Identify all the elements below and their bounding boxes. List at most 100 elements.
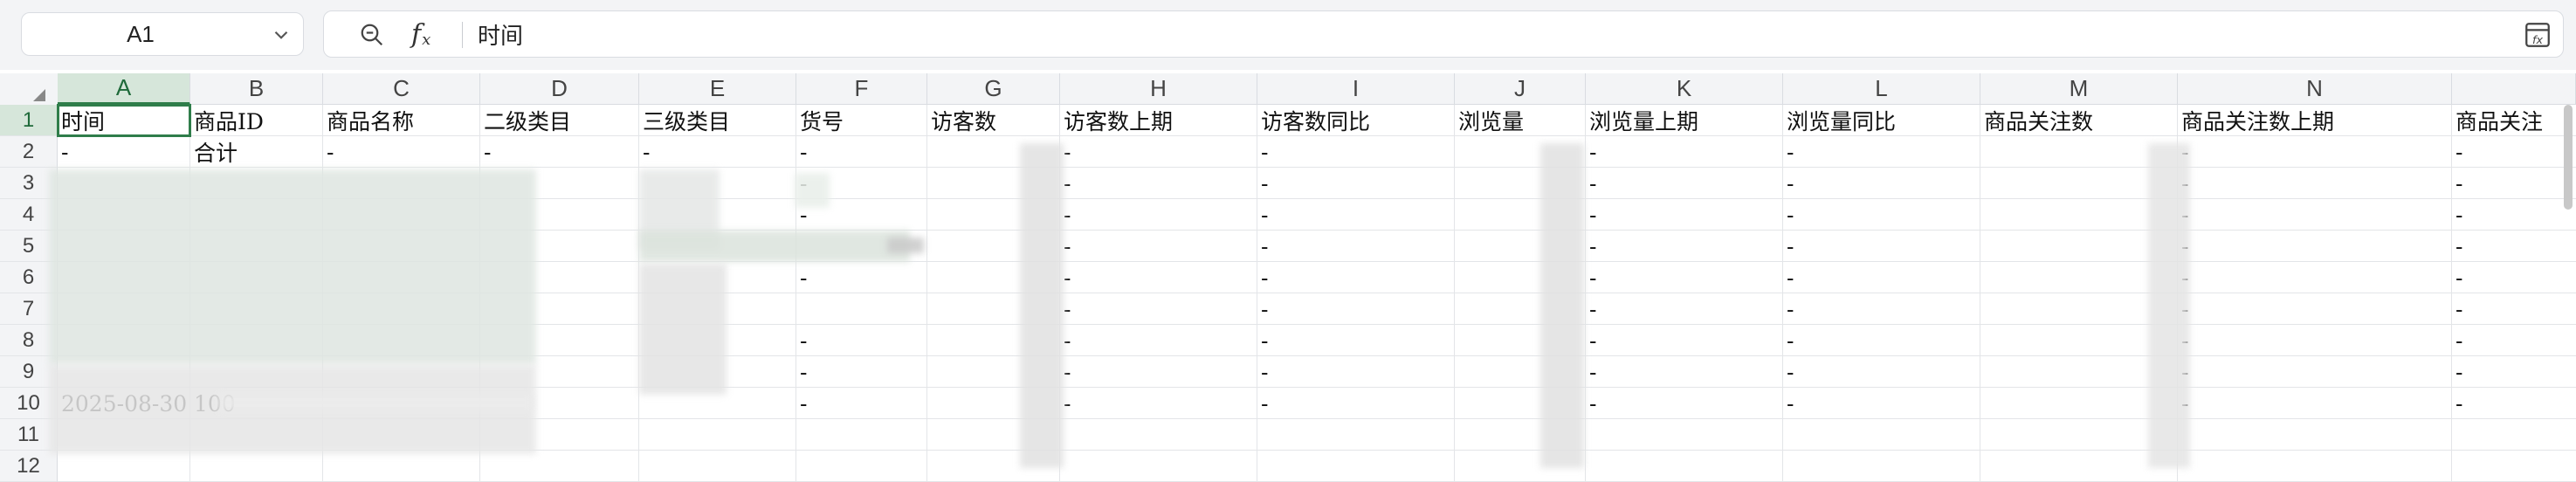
spreadsheet-grid[interactable]: A B C D E F G H I J K L M N 1 2 3 4 5 6 7 8 9 10 11 12 时间 商品ID 商品名称二…	[0, 70, 2576, 482]
column-header-h[interactable]: H	[1060, 73, 1257, 105]
cell-a2[interactable]: -	[58, 136, 190, 168]
cell-h4[interactable]: -	[1060, 199, 1257, 231]
cell-k8[interactable]: -	[1586, 325, 1783, 356]
row-header-12[interactable]: 12	[0, 451, 58, 482]
cell-l7[interactable]: -	[1783, 293, 1980, 325]
cell-b2[interactable]: 合计	[190, 136, 323, 168]
cell-n8[interactable]: -	[2178, 325, 2452, 356]
cell-h8[interactable]: -	[1060, 325, 1257, 356]
cell-n4[interactable]: -	[2178, 199, 2452, 231]
row-header-2[interactable]: 2	[0, 136, 58, 168]
cell-h2[interactable]: -	[1060, 136, 1257, 168]
column-header-g[interactable]: G	[927, 73, 1060, 105]
cell-k2[interactable]: -	[1586, 136, 1783, 168]
cell-j1[interactable]: 浏览量	[1455, 105, 1586, 136]
cell-l8[interactable]: -	[1783, 325, 1980, 356]
cell-i3[interactable]: -	[1257, 168, 1455, 199]
vertical-scrollbar[interactable]	[2564, 105, 2573, 210]
row-header-1[interactable]: 1	[0, 105, 58, 136]
cell-k5[interactable]: -	[1586, 231, 1783, 262]
cell-n7[interactable]: -	[2178, 293, 2452, 325]
column-header-c[interactable]: C	[323, 73, 480, 105]
cell-k10[interactable]: -	[1586, 388, 1783, 419]
selected-cell-a1[interactable]	[57, 104, 191, 137]
column-header-b[interactable]: B	[190, 73, 323, 105]
column-header-n[interactable]: N	[2178, 73, 2452, 105]
fx-icon[interactable]: fx	[411, 17, 430, 52]
cell-n1[interactable]: 商品关注数上期	[2178, 105, 2452, 136]
cell-h1[interactable]: 访客数上期	[1060, 105, 1257, 136]
cell-c1[interactable]: 商品名称	[323, 105, 480, 136]
cell-n6[interactable]: -	[2178, 262, 2452, 293]
cell-h9[interactable]: -	[1060, 356, 1257, 388]
cell-o2[interactable]: -	[2452, 136, 2576, 168]
cell-k6[interactable]: -	[1586, 262, 1783, 293]
cell-k4[interactable]: -	[1586, 199, 1783, 231]
cell-i8[interactable]: -	[1257, 325, 1455, 356]
cell-o4[interactable]: -	[2452, 199, 2576, 231]
column-header-e[interactable]: E	[639, 73, 796, 105]
cell-c2[interactable]: -	[323, 136, 480, 168]
cell-h5[interactable]: -	[1060, 231, 1257, 262]
cell-l2[interactable]: -	[1783, 136, 1980, 168]
cell-n2[interactable]: -	[2178, 136, 2452, 168]
cell-f9[interactable]: -	[796, 356, 927, 388]
cell-i9[interactable]: -	[1257, 356, 1455, 388]
cell-l4[interactable]: -	[1783, 199, 1980, 231]
cell-h7[interactable]: -	[1060, 293, 1257, 325]
cell-n3[interactable]: -	[2178, 168, 2452, 199]
cell-l9[interactable]: -	[1783, 356, 1980, 388]
cell-i10[interactable]: -	[1257, 388, 1455, 419]
cell-o3[interactable]: -	[2452, 168, 2576, 199]
cell-k9[interactable]: -	[1586, 356, 1783, 388]
column-header-l[interactable]: L	[1783, 73, 1980, 105]
cell-f10[interactable]: -	[796, 388, 927, 419]
column-header-f[interactable]: F	[796, 73, 927, 105]
cell-i2[interactable]: -	[1257, 136, 1455, 168]
cell-k1[interactable]: 浏览量上期	[1586, 105, 1783, 136]
cell-n9[interactable]: -	[2178, 356, 2452, 388]
cell-d2[interactable]: -	[480, 136, 639, 168]
cell-e1[interactable]: 三级类目	[639, 105, 796, 136]
cell-e2[interactable]: -	[639, 136, 796, 168]
column-header-i[interactable]: I	[1257, 73, 1455, 105]
column-header-k[interactable]: K	[1586, 73, 1783, 105]
cell-b1[interactable]: 商品ID	[190, 105, 323, 136]
name-box[interactable]: A1	[21, 12, 304, 56]
cell-k3[interactable]: -	[1586, 168, 1783, 199]
cell-i1[interactable]: 访客数同比	[1257, 105, 1455, 136]
cell-o8[interactable]: -	[2452, 325, 2576, 356]
cell-o10[interactable]: -	[2452, 388, 2576, 419]
column-header-overflow[interactable]	[2452, 73, 2576, 105]
cell-o5[interactable]: -	[2452, 231, 2576, 262]
cell-k7[interactable]: -	[1586, 293, 1783, 325]
cell-d1[interactable]: 二级类目	[480, 105, 639, 136]
cell-i6[interactable]: -	[1257, 262, 1455, 293]
cell-i5[interactable]: -	[1257, 231, 1455, 262]
cell-h6[interactable]: -	[1060, 262, 1257, 293]
cell-o7[interactable]: -	[2452, 293, 2576, 325]
select-all-corner[interactable]	[0, 73, 59, 106]
cell-o9[interactable]: -	[2452, 356, 2576, 388]
formula-input[interactable]: 时间	[478, 11, 523, 57]
cell-o6[interactable]: -	[2452, 262, 2576, 293]
cell-o1[interactable]: 商品关注	[2452, 105, 2576, 136]
expand-formula-icon[interactable]: fx	[2523, 20, 2552, 50]
cell-n10[interactable]: -	[2178, 388, 2452, 419]
column-header-d[interactable]: D	[480, 73, 639, 105]
cell-h10[interactable]: -	[1060, 388, 1257, 419]
cell-l10[interactable]: -	[1783, 388, 1980, 419]
cell-i4[interactable]: -	[1257, 199, 1455, 231]
cell-f2[interactable]: -	[796, 136, 927, 168]
cell-m1[interactable]: 商品关注数	[1980, 105, 2178, 136]
cell-l6[interactable]: -	[1783, 262, 1980, 293]
cell-f6[interactable]: -	[796, 262, 927, 293]
cell-l3[interactable]: -	[1783, 168, 1980, 199]
cell-i7[interactable]: -	[1257, 293, 1455, 325]
chevron-down-icon[interactable]	[270, 24, 293, 46]
cell-g1[interactable]: 访客数	[927, 105, 1060, 136]
cell-n5[interactable]: -	[2178, 231, 2452, 262]
column-header-a[interactable]: A	[58, 73, 190, 105]
cell-l5[interactable]: -	[1783, 231, 1980, 262]
cell-f1[interactable]: 货号	[796, 105, 927, 136]
